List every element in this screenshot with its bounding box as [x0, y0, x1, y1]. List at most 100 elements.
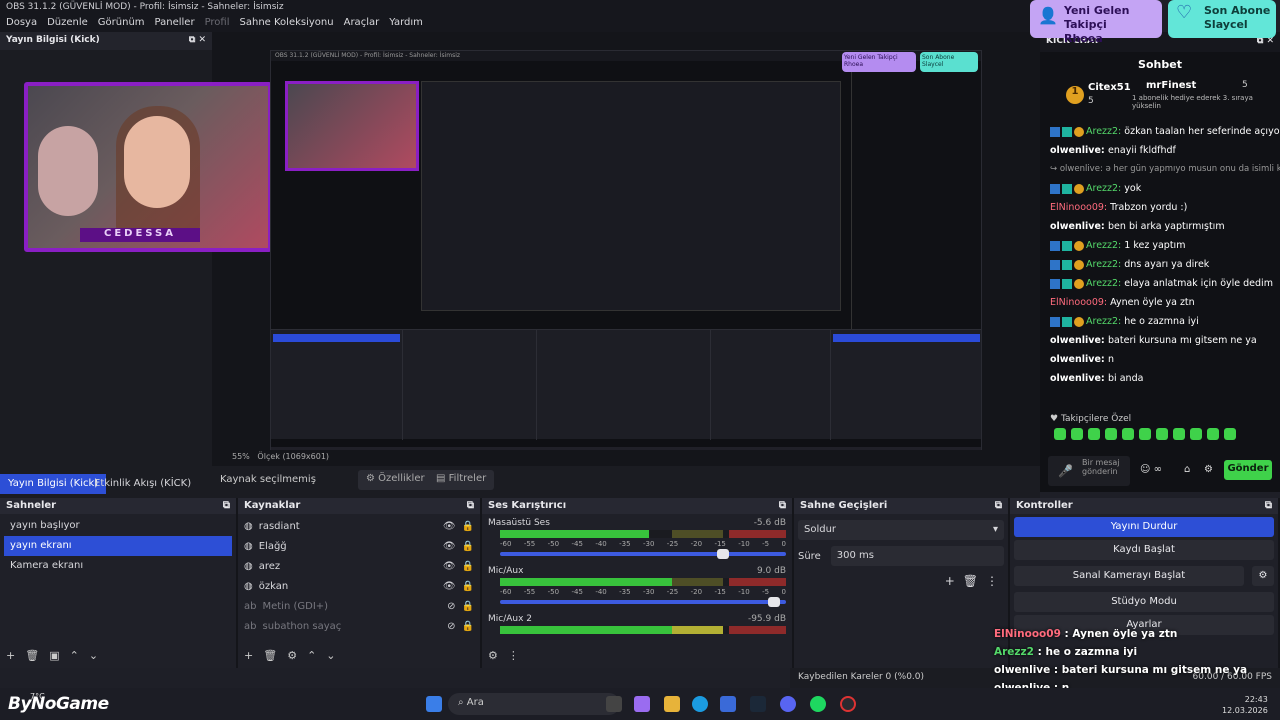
more-icon[interactable]: ⋮	[986, 574, 998, 588]
chat-message[interactable]: Arezz2: elaya anlatmak için öyle dedim	[1040, 274, 1280, 293]
slider-knob[interactable]	[768, 597, 781, 607]
volume-slider[interactable]	[500, 597, 786, 607]
chat-message[interactable]: Arezz2: he o zazmna iyi	[1040, 312, 1280, 331]
gear-icon[interactable]: ⚙	[1252, 566, 1274, 586]
scene-item[interactable]: yayın başlıyor	[4, 516, 232, 536]
chat-username[interactable]: olwenlive:	[1050, 373, 1108, 384]
task-view-icon[interactable]	[606, 696, 622, 712]
emote-icon[interactable]	[1224, 428, 1236, 440]
properties-button[interactable]: ⚙ Özellikler	[358, 470, 433, 490]
visibility-eye-icon[interactable]: 👁	[443, 541, 456, 552]
chat-username[interactable]: Arezz2:	[1086, 316, 1124, 327]
visibility-eye-icon[interactable]: 👁	[443, 521, 456, 532]
lock-icon[interactable]: 🔒	[462, 561, 474, 572]
dock-undock-icon[interactable]: ⧉	[467, 500, 474, 512]
trash-icon[interactable]: 🗑	[25, 649, 39, 662]
lock-icon[interactable]: 🔒	[462, 621, 474, 632]
gear-icon[interactable]: ⚙	[1204, 464, 1213, 475]
emote-icon[interactable]	[1190, 428, 1202, 440]
duration-input[interactable]: 300 ms	[830, 546, 1004, 566]
emote-icon[interactable]	[1207, 428, 1219, 440]
gear-icon[interactable]: ⚙	[287, 649, 297, 662]
emoji-icon[interactable]: ☺ ∞	[1140, 464, 1162, 475]
chat-message[interactable]: olwenlive: n	[1040, 350, 1280, 369]
scene-item-selected[interactable]: yayın ekranı	[4, 536, 232, 556]
taskbar-search[interactable]: ⌕ Ara	[448, 693, 620, 715]
chat-username[interactable]: olwenlive:	[1050, 335, 1108, 346]
chat-message[interactable]: Arezz2: yok	[1040, 179, 1280, 198]
chat-message[interactable]: Arezz2: özkan taalan her seferinde açıyo…	[1040, 122, 1280, 141]
emote-icon[interactable]	[1088, 428, 1100, 440]
chat-message[interactable]: olwenlive: ben bi arka yaptırmıştım	[1040, 217, 1280, 236]
chevron-down-icon[interactable]: ⌄	[326, 649, 335, 662]
chat-message[interactable]: olwenlive: enayii fkldfhdf	[1040, 141, 1280, 160]
chat-message[interactable]: Arezz2: 1 kez yaptım	[1040, 236, 1280, 255]
scene-item[interactable]: Kamera ekranı	[4, 556, 232, 576]
menu-profile[interactable]: Profil	[205, 17, 230, 31]
trash-icon[interactable]: 🗑	[263, 649, 277, 662]
chat-message[interactable]: Arezz2: dns ayarı ya direk	[1040, 255, 1280, 274]
menu-file[interactable]: Dosya	[6, 17, 37, 31]
steam-icon[interactable]	[750, 696, 766, 712]
visibility-eye-icon[interactable]: 👁	[443, 581, 456, 592]
source-item-hidden[interactable]: ab subathon sayaç ⊘ 🔒	[238, 616, 480, 636]
emote-icon[interactable]	[1122, 428, 1134, 440]
lock-icon[interactable]: 🔒	[462, 581, 474, 592]
chat-message[interactable]: olwenlive: bateri kursuna mı gitsem ne y…	[1040, 331, 1280, 350]
scale-label[interactable]: Ölçek (1069x601)	[257, 452, 329, 461]
trash-icon[interactable]: 🗑	[963, 574, 978, 588]
chat-username[interactable]: ElNinooo09:	[1050, 202, 1110, 213]
menu-edit[interactable]: Düzenle	[47, 17, 88, 31]
source-item-hidden[interactable]: ab Metin (GDI+) ⊘ 🔒	[238, 596, 480, 616]
mic-icon[interactable]: 🎤	[1058, 464, 1073, 478]
chat-username[interactable]: olwenlive:	[1050, 145, 1108, 156]
slider-knob[interactable]	[716, 549, 729, 559]
add-icon[interactable]: +	[945, 574, 955, 588]
source-item[interactable]: ◍ rasdiant 👁 🔒	[238, 516, 480, 536]
visibility-eye-icon[interactable]: 👁	[443, 561, 456, 572]
dock-close-icon[interactable]: ⧉ ✕	[189, 35, 206, 47]
emote-icon[interactable]	[1156, 428, 1168, 440]
more-icon[interactable]: ⋮	[508, 649, 519, 662]
add-icon[interactable]: +	[244, 649, 253, 662]
file-explorer-icon[interactable]	[664, 696, 680, 712]
filter-icon[interactable]: ▣	[49, 649, 59, 662]
menu-help[interactable]: Yardım	[389, 17, 423, 31]
chat-username[interactable]: Arezz2:	[1086, 278, 1124, 289]
dock-undock-icon[interactable]: ⧉	[995, 500, 1002, 512]
taskbar-clock[interactable]: 22:43 12.03.2026	[1222, 694, 1268, 716]
chat-username[interactable]: olwenlive:	[1050, 221, 1108, 232]
chat-message[interactable]: olwenlive: bi anda	[1040, 369, 1280, 388]
store-icon[interactable]	[720, 696, 736, 712]
emote-icon[interactable]	[1139, 428, 1151, 440]
obs-icon[interactable]	[840, 696, 856, 712]
preview-area[interactable]: Yayın Bilgisi (Kick) ⧉ ✕ CEDESSA OBS 31.…	[0, 32, 1040, 466]
transition-select[interactable]: Soldur ▾	[798, 520, 1004, 540]
menu-scene-collection[interactable]: Sahne Koleksiyonu	[240, 17, 334, 31]
dock-undock-icon[interactable]: ⧉	[1265, 500, 1272, 512]
zoom-level[interactable]: 55%	[232, 452, 250, 461]
source-item[interactable]: ◍ arez 👁 🔒	[238, 556, 480, 576]
emote-icon[interactable]	[1105, 428, 1117, 440]
chat-message[interactable]: ↪ olwenlive: ə her gün yapmıyo musun onu…	[1040, 160, 1280, 179]
lock-icon[interactable]: 🔒	[462, 521, 474, 532]
chat-username[interactable]: ElNinooo09:	[1050, 297, 1110, 308]
settings-icon[interactable]: ⚙	[488, 649, 498, 662]
stop-streaming-button[interactable]: Yayını Durdur	[1014, 517, 1274, 537]
chat-message[interactable]: ElNinooo09: Aynen öyle ya ztn	[1040, 293, 1280, 312]
menu-view[interactable]: Görünüm	[98, 17, 145, 31]
start-virtual-camera-button[interactable]: Sanal Kamerayı Başlat	[1014, 566, 1244, 586]
source-item[interactable]: ◍ özkan 👁 🔒	[238, 576, 480, 596]
store-icon[interactable]: ⌂	[1184, 464, 1190, 475]
source-item[interactable]: ◍ Elağğ 👁 🔒	[238, 536, 480, 556]
menu-tools[interactable]: Araçlar	[344, 17, 380, 31]
chat-username[interactable]: Arezz2:	[1086, 126, 1124, 137]
emote-icon[interactable]	[1173, 428, 1185, 440]
filters-button[interactable]: ▤ Filtreler	[428, 470, 495, 490]
chevron-up-icon[interactable]: ⌃	[307, 649, 316, 662]
visibility-hidden-icon[interactable]: ⊘	[447, 621, 455, 632]
dock-undock-icon[interactable]: ⧉	[779, 500, 786, 512]
add-icon[interactable]: +	[6, 649, 15, 662]
menu-docks[interactable]: Paneller	[155, 17, 195, 31]
start-recording-button[interactable]: Kaydı Başlat	[1014, 540, 1274, 560]
